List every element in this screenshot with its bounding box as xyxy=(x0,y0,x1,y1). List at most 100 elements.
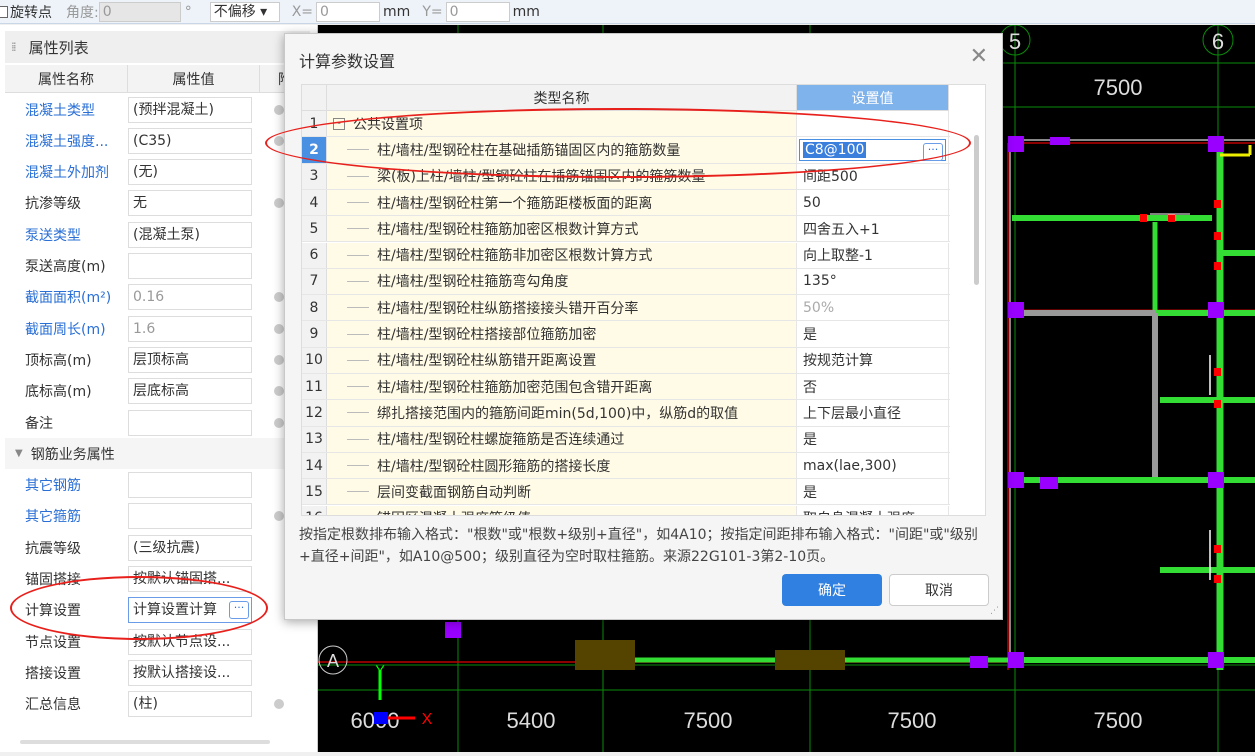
property-value[interactable]: 0.16 xyxy=(128,284,252,311)
setting-value[interactable]: 是 xyxy=(797,479,949,505)
property-value[interactable]: 按默认节点设... xyxy=(128,628,252,655)
more-options-icon[interactable]: ··· xyxy=(229,601,249,620)
close-icon[interactable]: ✕ xyxy=(970,44,988,69)
setting-value[interactable]: 按规范计算 xyxy=(797,347,949,373)
radio-dot-icon[interactable] xyxy=(274,417,284,428)
property-row[interactable]: 搭接设置 按默认搭接设... xyxy=(5,657,310,688)
more-options-icon[interactable]: ··· xyxy=(923,143,943,162)
rotate-point-checkbox[interactable] xyxy=(0,5,8,18)
y-input[interactable]: 0 xyxy=(445,1,510,22)
setting-value[interactable]: 间距500 xyxy=(797,163,949,189)
offset-select[interactable]: 不偏移 ▾ xyxy=(209,1,280,22)
table-scrollbar[interactable] xyxy=(974,135,979,285)
settings-row[interactable]: 4 柱/墙柱/型钢砼柱第一个箍筋距楼板面的距离 50 xyxy=(302,189,950,217)
settings-table: 类型名称 设置值 1 - 公共设置项 2 柱/墙柱/型钢砼柱在基础插筋锚固区内的箍… xyxy=(301,84,986,516)
settings-row[interactable]: 10 柱/墙柱/型钢砼柱纵筋错开距离设置 按规范计算 xyxy=(302,347,950,374)
property-row[interactable]: 截面面积(m²) 0.16 xyxy=(5,282,310,313)
setting-value[interactable]: C8@100 ··· xyxy=(797,137,949,163)
property-value[interactable]: 计算设置计算 ··· xyxy=(128,597,252,624)
settings-row[interactable]: 11 柱/墙柱/型钢砼柱箍筋加密范围包含错开距离 否 xyxy=(302,374,950,401)
collapse-icon[interactable]: - xyxy=(333,117,345,130)
settings-row[interactable]: 12 绑扎搭接范围内的箍筋间距min(5d,100)中，纵筋d的取值 上下层最小… xyxy=(302,400,950,427)
drag-handle-icon[interactable]: ⁞⁞ xyxy=(11,40,16,54)
property-row[interactable]: 其它箍筋 xyxy=(5,501,310,532)
setting-value[interactable]: 四舍五入+1 xyxy=(797,216,949,242)
collapse-arrow-icon[interactable]: ▼ xyxy=(15,448,23,459)
property-row[interactable]: 抗震等级 (三级抗震) xyxy=(5,532,310,563)
property-row[interactable]: 泵送高度(m) xyxy=(5,251,310,282)
setting-value[interactable]: 135° xyxy=(797,268,949,295)
property-value[interactable]: 按默认搭接设... xyxy=(128,659,252,686)
setting-value[interactable]: max(lae,300) xyxy=(797,452,949,479)
setting-value[interactable] xyxy=(797,111,949,137)
property-value[interactable]: 无 xyxy=(128,190,252,217)
setting-value[interactable]: 取自身混凝土强度 xyxy=(797,505,949,515)
settings-row[interactable]: 9 柱/墙柱/型钢砼柱搭接部位箍筋加密 是 xyxy=(302,321,950,348)
property-row[interactable]: 截面周长(m) 1.6 xyxy=(5,313,310,344)
setting-value[interactable]: 50% xyxy=(797,295,949,321)
radio-dot-icon[interactable] xyxy=(274,292,284,303)
property-value[interactable]: (C35) xyxy=(128,127,252,154)
setting-value[interactable]: 是 xyxy=(797,321,949,347)
radio-dot-icon[interactable] xyxy=(274,354,284,365)
property-row[interactable]: 抗渗等级 无 xyxy=(5,188,310,219)
setting-value[interactable]: 否 xyxy=(797,374,949,400)
property-row[interactable]: 混凝土类型 (预拌混凝土) xyxy=(5,94,310,125)
property-value[interactable]: (柱) xyxy=(128,691,252,718)
setting-value[interactable]: 50 xyxy=(797,189,949,216)
property-row[interactable]: 底标高(m) 层底标高 xyxy=(5,376,310,407)
setting-value[interactable]: 是 xyxy=(797,426,949,452)
property-row[interactable]: 计算设置 计算设置计算 ··· xyxy=(5,595,310,626)
property-value[interactable]: 层顶标高 xyxy=(128,346,252,373)
property-value[interactable] xyxy=(128,253,252,279)
property-value[interactable]: (混凝土泵) xyxy=(128,221,252,248)
radio-dot-icon[interactable] xyxy=(274,104,284,115)
settings-row[interactable]: 1 - 公共设置项 xyxy=(302,111,950,138)
property-value[interactable]: (无) xyxy=(128,159,252,186)
property-value[interactable]: 1.6 xyxy=(128,315,252,342)
settings-row[interactable]: 15 层间变截面钢筋自动判断 是 xyxy=(302,479,950,506)
rebar-mark xyxy=(1140,214,1147,222)
property-row[interactable]: 混凝土外加剂 (无) xyxy=(5,157,310,188)
horizontal-scrollbar[interactable] xyxy=(20,740,270,744)
radio-dot-icon[interactable] xyxy=(274,699,284,710)
group-rebar-properties[interactable]: ▼ 钢筋业务属性 xyxy=(5,438,310,470)
angle-input[interactable]: 0 xyxy=(98,1,181,22)
ok-button[interactable]: 确定 xyxy=(782,574,882,606)
x-input[interactable]: 0 xyxy=(316,1,381,22)
property-row[interactable]: 顶标高(m) 层顶标高 xyxy=(5,344,310,375)
property-value[interactable]: 层底标高 xyxy=(128,378,252,405)
cancel-button[interactable]: 取消 xyxy=(889,574,989,606)
property-value[interactable] xyxy=(128,503,252,530)
property-value[interactable]: 按默认锚固搭... xyxy=(128,566,252,592)
property-row[interactable]: 泵送类型 (混凝土泵) xyxy=(5,219,310,250)
radio-dot-icon[interactable] xyxy=(274,198,284,209)
setting-value-input[interactable]: C8@100 ··· xyxy=(799,139,946,162)
radio-dot-icon[interactable] xyxy=(274,386,284,397)
setting-value[interactable]: 上下层最小直径 xyxy=(797,400,949,426)
resize-grip-icon[interactable]: ⋰ xyxy=(990,606,999,616)
settings-row[interactable]: 8 柱/墙柱/型钢砼柱纵筋搭接接头错开百分率 50% xyxy=(302,295,950,322)
property-value[interactable] xyxy=(128,409,252,436)
property-row[interactable]: 汇总信息 (柱) xyxy=(5,689,310,720)
settings-row[interactable]: 16 锚固区混凝土强度等级值 取自身混凝土强度 xyxy=(302,505,950,515)
setting-value[interactable]: 向上取整-1 xyxy=(797,242,949,268)
radio-dot-icon[interactable] xyxy=(274,135,284,146)
property-value[interactable]: (预拌混凝土) xyxy=(128,96,252,123)
radio-dot-icon[interactable] xyxy=(274,323,284,334)
settings-row[interactable]: 2 柱/墙柱/型钢砼柱在基础插筋锚固区内的箍筋数量 C8@100 ··· xyxy=(302,137,950,164)
settings-row[interactable]: 5 柱/墙柱/型钢砼柱箍筋加密区根数计算方式 四舍五入+1 xyxy=(302,216,950,243)
settings-row[interactable]: 7 柱/墙柱/型钢砼柱箍筋弯勾角度 135° xyxy=(302,268,950,296)
settings-row[interactable]: 14 柱/墙柱/型钢砼柱圆形箍筋的搭接长度 max(lae,300) xyxy=(302,452,950,480)
settings-row[interactable]: 13 柱/墙柱/型钢砼柱螺旋箍筋是否连续通过 是 xyxy=(302,426,950,453)
property-row[interactable]: 备注 xyxy=(5,407,310,438)
property-value[interactable] xyxy=(128,472,252,499)
property-row[interactable]: 其它钢筋 xyxy=(5,470,310,501)
property-row[interactable]: 节点设置 按默认节点设... xyxy=(5,626,310,657)
property-row[interactable]: 混凝土强度... (C35) xyxy=(5,125,310,156)
settings-row[interactable]: 6 柱/墙柱/型钢砼柱箍筋非加密区根数计算方式 向上取整-1 xyxy=(302,242,950,269)
radio-dot-icon[interactable] xyxy=(274,511,284,522)
property-row[interactable]: 锚固搭接 按默认锚固搭... xyxy=(5,564,310,595)
property-value[interactable]: (三级抗震) xyxy=(128,534,252,561)
settings-row[interactable]: 3 梁(板)上柱/墙柱/型钢砼柱在插筋锚固区内的箍筋数量 间距500 xyxy=(302,163,950,190)
